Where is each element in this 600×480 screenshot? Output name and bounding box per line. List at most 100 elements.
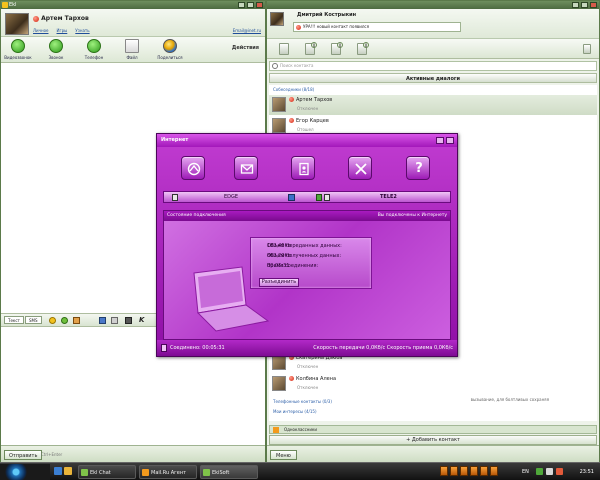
contact-link-personal[interactable]: Личное <box>33 28 49 33</box>
media-play-button[interactable] <box>450 466 458 476</box>
taskbar-item[interactable]: Ekl Chat <box>78 465 136 479</box>
connection-indicator-icon <box>161 344 167 352</box>
media-next-button[interactable] <box>480 466 488 476</box>
close-button[interactable] <box>256 2 263 8</box>
send-file-button[interactable]: Файл <box>117 39 147 60</box>
mail-button[interactable] <box>234 156 258 180</box>
tray-volume-icon[interactable] <box>546 468 553 475</box>
image-icon[interactable] <box>99 317 106 324</box>
contact-email-link[interactable]: Email@inet.ru <box>233 28 261 33</box>
color-icon[interactable] <box>125 317 132 324</box>
contact-status-message: вызывание, для болтливых сохраняя <box>470 397 549 402</box>
quicklaunch-ie-icon[interactable] <box>54 467 62 475</box>
internet-dialog-title: Интернет <box>161 137 189 143</box>
phone-button[interactable]: Телефон <box>79 39 109 60</box>
help-button[interactable]: ? <box>406 156 430 180</box>
mail-agent-icon <box>142 469 149 476</box>
contact-list-toolbar: 0 0 0 <box>267 39 599 59</box>
mail-button[interactable] <box>279 43 289 55</box>
send-button[interactable]: Отправить <box>4 450 43 460</box>
minimize-button[interactable] <box>436 137 444 144</box>
battery-icon <box>316 194 322 201</box>
active-dialogs-header[interactable]: Активные диалоги <box>269 73 597 83</box>
contact-item[interactable]: Колбина Алена Отключен <box>269 374 597 394</box>
tools-icon <box>355 163 367 175</box>
odnoklassniki-group[interactable]: Одноклассники <box>269 425 597 434</box>
internet-dialog-titlebar[interactable]: Интернет <box>157 134 457 147</box>
media-prev-button[interactable] <box>440 466 448 476</box>
italic-icon[interactable]: K <box>139 317 144 324</box>
status-icon[interactable] <box>296 25 301 30</box>
video-call-button[interactable]: Видеозвонок <box>3 39 33 60</box>
events-button[interactable]: 0 <box>357 42 369 55</box>
contact-list-titlebar[interactable] <box>267 1 599 9</box>
contact-avatar <box>272 118 286 133</box>
clock[interactable]: 23:51 <box>580 463 594 480</box>
media-stop-button[interactable] <box>470 466 478 476</box>
contact-avatar <box>272 97 286 112</box>
maximize-button[interactable] <box>581 2 588 8</box>
media-volume-button[interactable] <box>490 466 498 476</box>
connect-button[interactable] <box>181 156 205 180</box>
settings-button[interactable] <box>583 44 591 54</box>
operator-name: TELE2 <box>380 194 397 200</box>
call-button[interactable]: Звонок <box>41 39 71 60</box>
connection-state-label: Состояние подключения <box>167 213 226 218</box>
minimize-button[interactable] <box>238 2 245 8</box>
contact-search-input[interactable]: Поиск контакта <box>269 61 597 71</box>
start-button[interactable] <box>0 464 50 480</box>
my-avatar[interactable] <box>270 12 284 26</box>
offline-status-icon <box>289 97 294 102</box>
contact-item-name: Артем Тархов <box>296 97 333 103</box>
maximize-button[interactable] <box>247 2 254 8</box>
contacts-book-icon <box>299 162 309 176</box>
mobile-phone-icon <box>87 39 101 53</box>
contact-item-status: Отключен <box>297 385 319 390</box>
tools-button[interactable] <box>348 156 372 180</box>
contact-header: Артем Тархов Личное Игры Узнать Email@in… <box>1 9 265 37</box>
connected-message: Вы подключены к Интернету <box>377 213 447 218</box>
contact-link-more[interactable]: Узнать <box>75 28 89 33</box>
actions-menu[interactable]: Действия <box>232 45 259 51</box>
group-header-phone-contacts[interactable]: Телефонные контакты (0/3) <box>273 399 332 404</box>
contact-avatar[interactable] <box>5 13 29 35</box>
contact-link-games[interactable]: Игры <box>57 28 68 33</box>
minimize-button[interactable] <box>572 2 579 8</box>
quicklaunch-folder-icon[interactable] <box>64 467 72 475</box>
taskbar-item[interactable]: Mail.Ru Агент <box>139 465 197 479</box>
language-indicator[interactable]: EN <box>522 463 529 480</box>
gift-icon[interactable] <box>73 317 80 324</box>
internet-dialog: Интернет ? EDGE TELE2 Состояние подключе… <box>156 133 458 357</box>
group-header-interests[interactable]: Мои интересы (4/15) <box>273 409 317 414</box>
taskbar-item[interactable]: EkiSoft <box>200 465 258 479</box>
video-call-icon <box>11 39 25 53</box>
my-name: Дмитрий Кострыкин <box>297 12 357 18</box>
font-icon[interactable] <box>111 317 118 324</box>
wink-icon[interactable] <box>61 317 68 324</box>
microblog-button[interactable]: 0 <box>305 42 317 55</box>
close-button[interactable] <box>446 137 454 144</box>
tray-network-icon[interactable] <box>536 468 543 475</box>
contact-item-name: Колбина Алена <box>296 376 337 382</box>
text-mode-tab[interactable]: Текст <box>4 316 24 324</box>
transfer-speed: Скорость передачи 0,0Кб/с Скорость прием… <box>313 345 453 351</box>
contacts-book-button[interactable] <box>291 156 315 180</box>
microblog-count: 0 <box>311 42 317 48</box>
notifications-button[interactable]: 0 <box>331 42 343 55</box>
offline-status-icon <box>289 376 294 381</box>
app-icon <box>2 2 8 8</box>
share-button[interactable]: Поделиться <box>155 39 185 60</box>
group-header-contacts[interactable]: Собеседники (8/18) <box>273 87 314 92</box>
main-menu-button[interactable]: Меню <box>270 450 297 460</box>
chat-window-titlebar[interactable]: Ekl <box>1 1 265 9</box>
contact-item[interactable]: Артем Тархов Отключен <box>269 95 597 115</box>
my-status-input[interactable]: УРА!!! новый контакт появился <box>293 22 461 32</box>
close-button[interactable] <box>590 2 597 8</box>
contact-item-status: Отошел <box>297 127 314 132</box>
smiley-icon[interactable] <box>49 317 56 324</box>
media-pause-button[interactable] <box>460 466 468 476</box>
send-shortcut-option[interactable]: Ctrl+Enter <box>41 452 62 457</box>
sms-mode-tab[interactable]: SMS <box>25 316 42 324</box>
tray-agent-icon[interactable] <box>556 468 563 475</box>
add-contact-button[interactable]: + Добавить контакт <box>269 435 597 445</box>
